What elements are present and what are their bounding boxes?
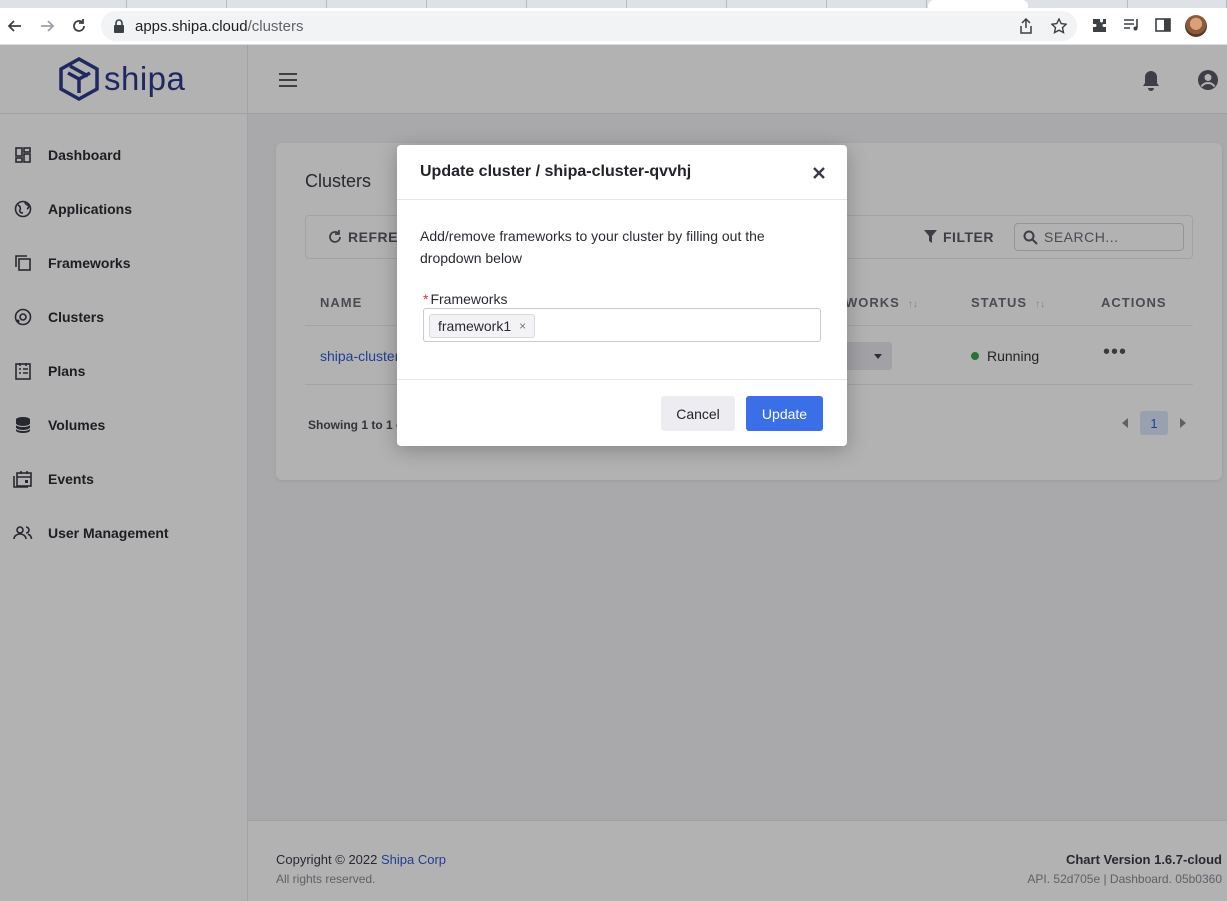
modal-title: Update cluster / shipa-cluster-qvvhj (420, 163, 692, 180)
forward-icon[interactable] (35, 14, 59, 38)
extensions-icon[interactable] (1091, 17, 1108, 34)
url-text: apps.shipa.cloud/clusters (135, 18, 304, 35)
browser-tab-strip (0, 0, 1227, 8)
browser-toolbar: apps.shipa.cloud/clusters (0, 8, 1227, 45)
reload-icon[interactable] (67, 14, 91, 38)
modal-header: Update cluster / shipa-cluster-qvvhj (397, 145, 847, 200)
update-button[interactable]: Update (746, 396, 823, 431)
cancel-button[interactable]: Cancel (661, 396, 735, 431)
share-icon[interactable] (1019, 18, 1033, 34)
frameworks-label: * Frameworks (423, 291, 508, 307)
lock-icon (114, 19, 124, 33)
back-icon[interactable] (3, 14, 27, 38)
modal-description: Add/remove frameworks to your cluster by… (420, 228, 765, 266)
required-mark: * (423, 291, 429, 307)
side-panel-icon[interactable] (1155, 17, 1171, 33)
modal-footer: Cancel Update (397, 379, 847, 446)
profile-avatar[interactable] (1185, 15, 1207, 37)
selected-framework-tag: framework1 × (429, 314, 536, 338)
address-bar[interactable]: apps.shipa.cloud/clusters (101, 11, 1077, 41)
active-browser-tab[interactable] (928, 0, 1028, 8)
media-queue-icon[interactable] (1123, 17, 1141, 33)
bookmark-star-icon[interactable] (1051, 18, 1067, 34)
frameworks-multiselect[interactable]: framework1 × (423, 308, 821, 342)
remove-tag-icon[interactable]: × (519, 319, 526, 333)
update-cluster-modal: Update cluster / shipa-cluster-qvvhj Add… (397, 145, 847, 446)
close-icon[interactable] (810, 164, 828, 182)
